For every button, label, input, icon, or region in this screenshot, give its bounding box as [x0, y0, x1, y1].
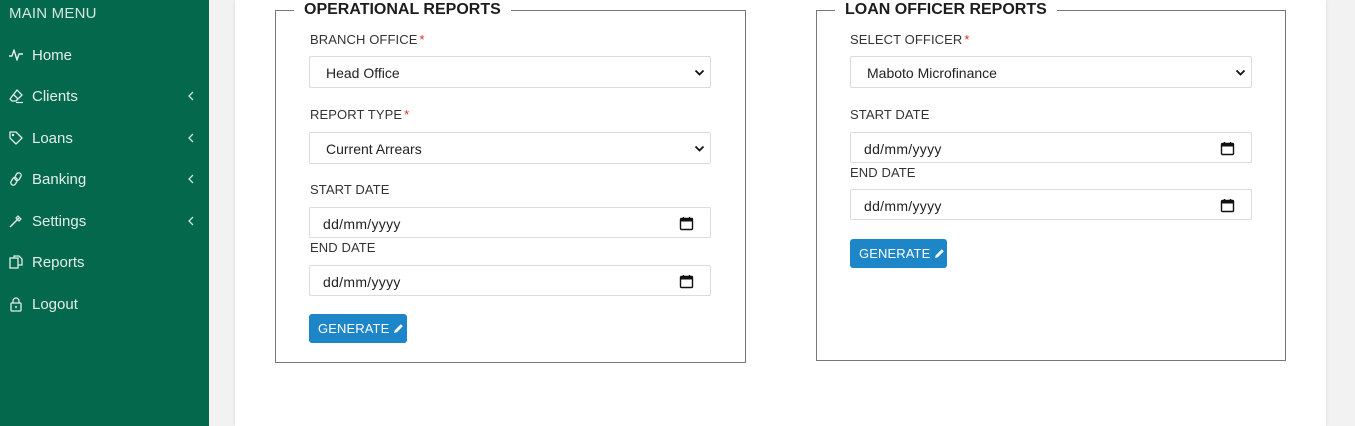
start-date-placeholder: dd/mm/yyyy [323, 216, 401, 232]
chevron-down-icon [694, 67, 705, 78]
branch-office-label-text: BRANCH OFFICE [310, 32, 418, 47]
pencil-icon [934, 248, 945, 259]
sidebar-item-label: Logout [32, 296, 78, 313]
sidebar-item-label: Reports [32, 254, 85, 271]
wand-icon [8, 213, 24, 229]
loan-officer-reports-panel: LOAN OFFICER REPORTS [816, 1, 1286, 361]
required-marker: * [419, 32, 425, 47]
branch-office-select[interactable]: Head Office [309, 56, 711, 88]
calendar-icon[interactable] [679, 216, 694, 231]
calendar-icon[interactable] [679, 274, 694, 289]
sidebar: MAIN MENU Home Clients Loans Banking Set… [0, 0, 209, 426]
sidebar-item-reports[interactable]: Reports [0, 247, 209, 277]
copy-icon [8, 254, 24, 270]
chevron-left-icon [186, 132, 196, 144]
sidebar-item-label: Home [32, 47, 73, 64]
report-type-value: Current Arrears [326, 141, 422, 157]
sidebar-item-banking[interactable]: Banking [0, 164, 209, 194]
sidebar-item-clients[interactable]: Clients [0, 81, 209, 111]
loan-officer-generate-button[interactable]: GENERATE [850, 239, 947, 268]
branch-office-value: Head Office [326, 65, 400, 81]
end-date-placeholder: dd/mm/yyyy [323, 274, 401, 290]
sidebar-item-home[interactable]: Home [0, 40, 209, 70]
chevron-down-icon [1235, 67, 1246, 78]
officer-start-date-label: START DATE [850, 107, 930, 122]
pulse-icon [8, 47, 24, 63]
select-officer-label: SELECT OFFICER * [850, 32, 970, 47]
sidebar-item-label: Loans [32, 130, 73, 147]
required-marker: * [964, 32, 970, 47]
calendar-icon[interactable] [1220, 141, 1235, 156]
officer-start-date-input[interactable]: dd/mm/yyyy [850, 132, 1252, 163]
sidebar-item-settings[interactable]: Settings [0, 206, 209, 236]
report-type-select[interactable]: Current Arrears [309, 132, 711, 164]
select-officer-label-text: SELECT OFFICER [850, 32, 963, 47]
sidebar-item-label: Banking [32, 171, 87, 188]
end-date-label: END DATE [310, 240, 376, 255]
chevron-left-icon [186, 90, 196, 102]
required-marker: * [404, 107, 410, 122]
operational-generate-button[interactable]: GENERATE [309, 314, 407, 343]
sidebar-item-label: Settings [32, 213, 87, 230]
report-type-label: REPORT TYPE * [310, 107, 409, 122]
link-icon [8, 171, 24, 187]
branch-office-label: BRANCH OFFICE * [310, 32, 425, 47]
officer-start-date-placeholder: dd/mm/yyyy [864, 141, 942, 157]
chevron-left-icon [186, 215, 196, 227]
sidebar-item-logout[interactable]: Logout [0, 289, 209, 319]
end-date-input[interactable]: dd/mm/yyyy [309, 265, 711, 296]
chevron-down-icon [694, 143, 705, 154]
eraser-icon [8, 88, 24, 104]
select-officer-value: Maboto Microfinance [867, 65, 997, 81]
generate-label: GENERATE [859, 246, 931, 261]
start-date-label: START DATE [310, 182, 390, 197]
tags-icon [8, 130, 24, 146]
start-date-input[interactable]: dd/mm/yyyy [309, 207, 711, 238]
generate-label: GENERATE [318, 321, 390, 336]
calendar-icon[interactable] [1220, 198, 1235, 213]
lock-icon [8, 296, 24, 312]
officer-end-date-placeholder: dd/mm/yyyy [864, 198, 942, 214]
sidebar-item-loans[interactable]: Loans [0, 123, 209, 153]
operational-reports-title: OPERATIONAL REPORTS [304, 1, 501, 18]
pencil-icon [393, 323, 404, 334]
report-type-label-text: REPORT TYPE [310, 107, 403, 122]
loan-officer-reports-title: LOAN OFFICER REPORTS [845, 1, 1047, 18]
chevron-left-icon [186, 173, 196, 185]
main-menu-header: MAIN MENU [9, 5, 97, 22]
select-officer-select[interactable]: Maboto Microfinance [850, 56, 1252, 88]
officer-end-date-label: END DATE [850, 165, 916, 180]
sidebar-item-label: Clients [32, 88, 78, 105]
officer-end-date-input[interactable]: dd/mm/yyyy [850, 189, 1252, 220]
